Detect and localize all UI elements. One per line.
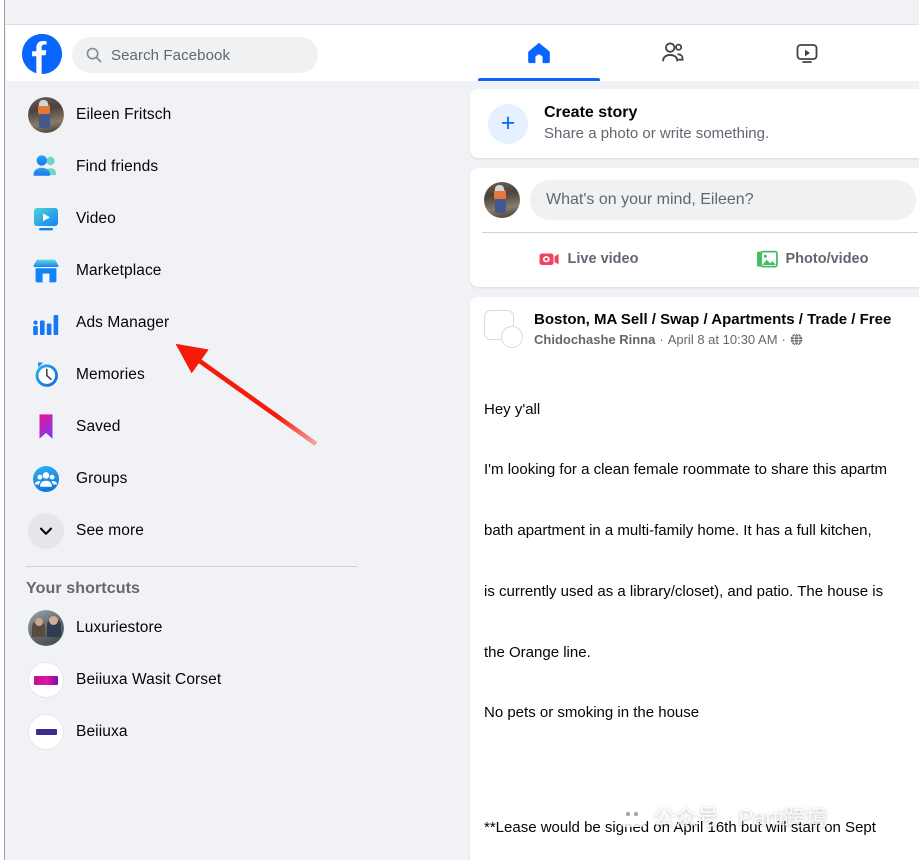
home-icon (528, 42, 550, 64)
left-sidebar: Eileen Fritsch Find friends Video Market… (6, 81, 461, 860)
sidebar-divider (26, 566, 357, 567)
create-story-title: Create story (544, 104, 638, 121)
post-line-7: **Lease would be signed on April 16th bu… (484, 818, 876, 836)
sidebar-item-see-more[interactable]: See more (14, 505, 453, 557)
sidebar-shortcut-label: Beiiuxa (76, 723, 128, 740)
post-author[interactable]: Chidochashe Rinna (534, 331, 655, 349)
sidebar-item-groups[interactable]: Groups (14, 453, 453, 505)
sidebar-item-label: Find friends (76, 158, 159, 175)
sidebar-shortcut-label: Luxuriestore (76, 619, 163, 636)
chevron-down-icon (28, 513, 64, 549)
sidebar-item-label: Marketplace (76, 262, 162, 279)
search-facebook-input[interactable]: Search Facebook (72, 37, 318, 73)
ads-manager-icon (28, 305, 64, 341)
sidebar-item-marketplace[interactable]: Marketplace (14, 245, 453, 297)
facebook-logo-icon[interactable] (22, 34, 62, 74)
saved-icon (28, 409, 64, 445)
sidebar-item-label: Memories (76, 366, 145, 383)
memories-icon (28, 357, 64, 393)
photo-video-label: Photo/video (785, 251, 869, 268)
meta-sep-1: · (659, 331, 664, 347)
create-story-subtitle: Share a photo or write something. (544, 124, 770, 142)
search-placeholder: Search Facebook (111, 46, 231, 64)
post-body-text: Hey y'all I'm looking for a clean female… (470, 354, 919, 860)
find-friends-icon (28, 149, 64, 185)
photo-video-icon (756, 250, 778, 268)
globe-icon (790, 333, 803, 346)
sidebar-item-label: Ads Manager (76, 314, 170, 331)
facebook-app-window: Search Facebook Eileen Fritsch Find frie… (0, 0, 919, 860)
live-video-icon (539, 253, 559, 266)
sidebar-shortcut-beiiuxa[interactable]: Beiiuxa (14, 706, 453, 758)
browser-top-divider (5, 24, 919, 25)
top-tab-group (472, 25, 874, 81)
tab-video[interactable] (740, 25, 874, 81)
sidebar-shortcut-label: Beiiuxa Wasit Corset (76, 671, 222, 688)
sidebar-item-label: Video (76, 210, 116, 227)
sidebar-item-label: Eileen Fritsch (76, 106, 172, 123)
composer-input[interactable]: What's on your mind, Eileen? (530, 180, 916, 221)
sidebar-shortcut-beiiuxa-wasit-corset[interactable]: Beiiuxa Wasit Corset (14, 654, 453, 706)
tab-friends[interactable] (606, 25, 740, 81)
sidebar-shortcut-luxuriestore[interactable]: Luxuriestore (14, 602, 453, 654)
shortcuts-heading: Your shortcuts (26, 580, 141, 597)
meta-sep-2: · (781, 331, 786, 347)
post-meta: Chidochashe Rinna · April 8 at 10:30 AM … (534, 331, 891, 349)
browser-left-edge (0, 0, 5, 860)
profile-avatar (28, 97, 64, 133)
shortcut-avatar (28, 610, 64, 646)
create-story-card[interactable]: + Create story Share a photo or write so… (470, 89, 919, 159)
plus-icon[interactable]: + (488, 103, 528, 144)
post-line-3: bath apartment in a multi-family home. I… (484, 522, 872, 540)
post-line-1: Hey y'all (484, 400, 541, 418)
post-composer-card: What's on your mind, Eileen? Live video (470, 168, 919, 288)
post-line-6: No pets or smoking in the house (484, 704, 700, 722)
groups-icon (28, 461, 64, 497)
sidebar-item-memories[interactable]: Memories (14, 349, 453, 401)
live-video-button[interactable]: Live video (476, 240, 700, 278)
sidebar-item-label: Saved (76, 418, 121, 435)
composer-avatar[interactable] (484, 182, 520, 219)
sidebar-item-label: Groups (76, 470, 128, 487)
post-line-4: is currently used as a library/closet), … (484, 582, 884, 600)
search-icon (86, 47, 102, 63)
marketplace-icon (28, 253, 64, 289)
sidebar-item-video[interactable]: Video (14, 193, 453, 245)
composer-placeholder: What's on your mind, Eileen? (546, 191, 754, 209)
sidebar-item-saved[interactable]: Saved (14, 401, 453, 453)
sidebar-item-profile[interactable]: Eileen Fritsch (14, 89, 453, 141)
post-group-name[interactable]: Boston, MA Sell / Swap / Apartments / Tr… (534, 310, 891, 330)
video-icon (796, 44, 818, 63)
feed-post: Boston, MA Sell / Swap / Apartments / Tr… (470, 297, 919, 860)
live-video-label: Live video (567, 251, 639, 268)
top-navigation-bar: Search Facebook (6, 25, 919, 81)
friends-icon (662, 42, 684, 62)
shortcut-avatar (28, 662, 64, 698)
video-icon (28, 201, 64, 237)
sidebar-item-ads-manager[interactable]: Ads Manager (14, 297, 453, 349)
post-line-2: I'm looking for a clean female roommate … (484, 461, 888, 479)
sidebar-item-label: See more (76, 522, 144, 539)
tab-home[interactable] (472, 25, 606, 81)
tab-home-active-underline (478, 78, 600, 81)
photo-video-button[interactable]: Photo/video (700, 240, 919, 278)
post-timestamp[interactable]: April 8 at 10:30 AM (668, 331, 778, 349)
main-feed-column: + Create story Share a photo or write so… (470, 89, 919, 860)
group-placeholder-avatar[interactable] (484, 310, 524, 350)
shortcut-avatar (28, 714, 64, 750)
post-line-5: the Orange line. (484, 643, 591, 661)
sidebar-item-find-friends[interactable]: Find friends (14, 141, 453, 193)
